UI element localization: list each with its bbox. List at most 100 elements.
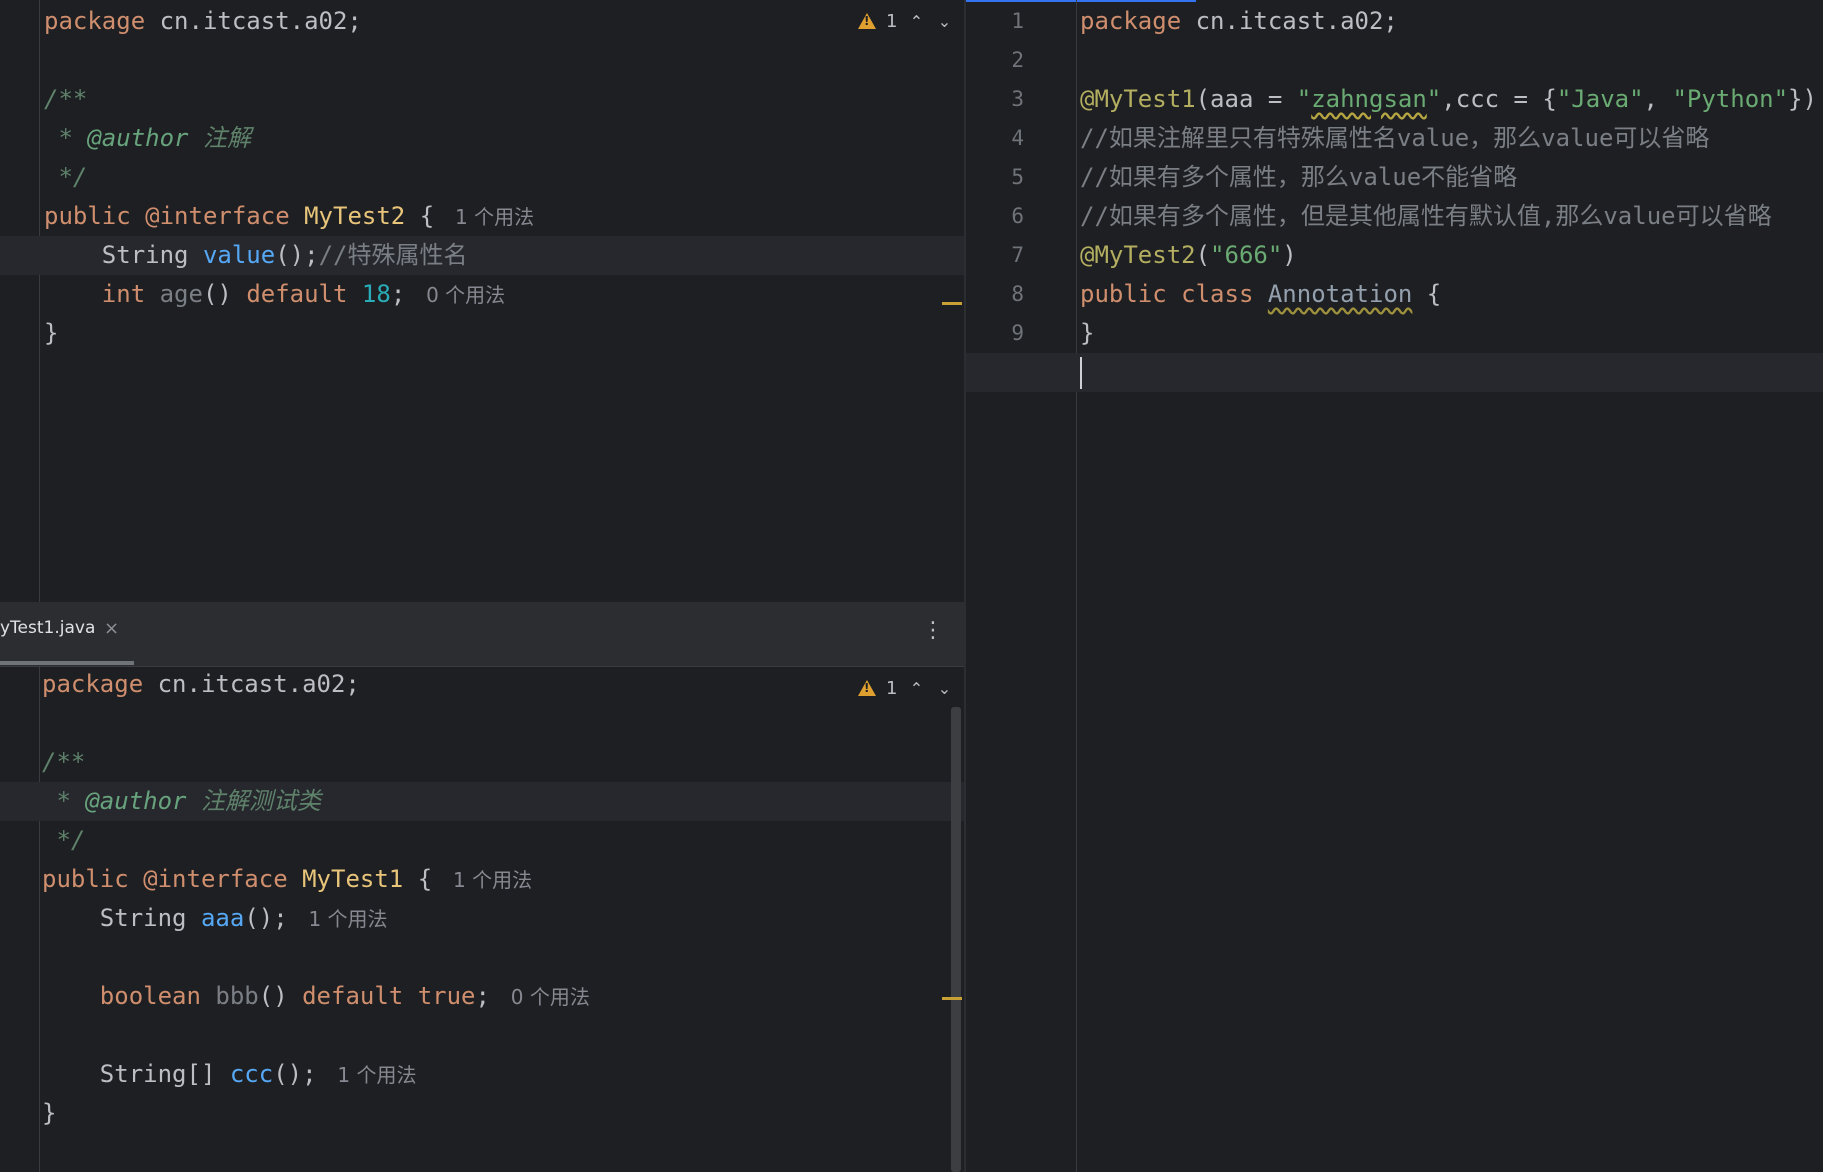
code-line-text[interactable]: */ bbox=[42, 821, 85, 860]
code-line[interactable]: String value();//特殊属性名 bbox=[0, 236, 964, 275]
code-line-text[interactable]: */ bbox=[44, 158, 87, 197]
code-line-text[interactable]: } bbox=[1080, 314, 1094, 353]
code-line[interactable]: } bbox=[0, 314, 964, 353]
chevron-down-icon[interactable]: ⌄ bbox=[935, 679, 953, 698]
code-line[interactable]: //如果有多个属性，但是其他属性有默认值,那么value可以省略 bbox=[966, 197, 1823, 236]
tab-label[interactable]: yTest1.java bbox=[0, 618, 95, 638]
code-line-text[interactable]: /** bbox=[42, 743, 85, 782]
code-line-text[interactable]: package cn.itcast.a02; bbox=[44, 2, 362, 41]
code-line[interactable]: String[] ccc(); 1 个用法 bbox=[0, 1055, 964, 1094]
code-line[interactable] bbox=[0, 41, 964, 80]
chevron-down-icon[interactable]: ⌄ bbox=[935, 12, 953, 31]
code-line-text[interactable]: String[] ccc(); 1 个用法 bbox=[42, 1055, 417, 1095]
code-token: */ bbox=[44, 163, 88, 191]
code-line[interactable]: String aaa(); 1 个用法 bbox=[0, 899, 964, 938]
code-token: 注解测试类 bbox=[186, 787, 321, 815]
code-line[interactable] bbox=[966, 41, 1823, 80]
right-editor[interactable]: 12345678910 package cn.itcast.a02;@MyTes… bbox=[966, 0, 1823, 1172]
text-caret bbox=[1080, 357, 1082, 389]
usage-hint[interactable]: 1 个用法 bbox=[449, 205, 534, 229]
code-line[interactable]: */ bbox=[0, 158, 964, 197]
code-line[interactable] bbox=[966, 353, 1823, 392]
code-token: @MyTest1 bbox=[1080, 85, 1196, 113]
code-token: default bbox=[246, 280, 362, 308]
code-token: true bbox=[417, 982, 476, 1010]
code-line[interactable]: } bbox=[0, 1094, 964, 1133]
code-line[interactable]: boolean bbb() default true; 0 个用法 bbox=[0, 977, 964, 1016]
code-line-text[interactable]: //如果有多个属性，但是其他属性有默认值,那么value可以省略 bbox=[1080, 197, 1772, 236]
code-line-text[interactable]: boolean bbb() default true; 0 个用法 bbox=[42, 977, 590, 1017]
code-line[interactable]: */ bbox=[0, 821, 964, 860]
code-line[interactable]: public class Annotation { bbox=[966, 275, 1823, 314]
code-line[interactable]: } bbox=[966, 314, 1823, 353]
code-line[interactable]: * @author 注解 bbox=[0, 119, 964, 158]
warning-stripe-marker[interactable] bbox=[942, 997, 962, 1000]
code-token: " bbox=[1426, 85, 1442, 113]
code-line[interactable]: //如果有多个属性，那么value不能省略 bbox=[966, 158, 1823, 197]
code-line-text[interactable]: package cn.itcast.a02; bbox=[42, 667, 360, 704]
usage-hint[interactable]: 0 个用法 bbox=[420, 283, 505, 307]
code-line[interactable]: int age() default 18; 0 个用法 bbox=[0, 275, 964, 314]
code-token: package bbox=[44, 7, 160, 35]
code-line[interactable]: package cn.itcast.a02; bbox=[966, 2, 1823, 41]
code-line-text[interactable]: * @author 注解测试类 bbox=[42, 782, 321, 821]
left-top-editor[interactable]: package cn.itcast.a02; /** * @author 注解 *… bbox=[0, 0, 964, 602]
code-line-text[interactable]: * @author 注解 bbox=[44, 119, 251, 158]
inspection-widget[interactable]: 1 ⌃ ⌄ bbox=[858, 8, 953, 34]
code-line-text[interactable]: String aaa(); 1 个用法 bbox=[42, 899, 388, 939]
code-line[interactable]: //如果注解里只有特殊属性名value，那么value可以省略 bbox=[966, 119, 1823, 158]
chevron-up-icon[interactable]: ⌃ bbox=[907, 12, 925, 31]
code-line[interactable]: /** bbox=[0, 743, 964, 782]
code-token: bbb bbox=[215, 982, 259, 1010]
inspection-widget[interactable]: 1 ⌃ ⌄ bbox=[858, 675, 953, 701]
usage-hint[interactable]: 1 个用法 bbox=[302, 907, 387, 931]
more-options-icon[interactable]: ⋮ bbox=[922, 618, 944, 643]
code-line-text[interactable]: } bbox=[42, 1094, 56, 1133]
code-line[interactable]: public @interface MyTest1 { 1 个用法 bbox=[0, 860, 964, 899]
code-token: @interface bbox=[143, 865, 303, 893]
code-line[interactable]: package cn.itcast.a02; bbox=[0, 2, 964, 41]
code-line[interactable]: * @author 注解测试类 bbox=[0, 782, 964, 821]
warning-triangle-icon[interactable] bbox=[858, 13, 876, 29]
code-token: 注解 bbox=[188, 124, 251, 152]
code-line[interactable]: package cn.itcast.a02; bbox=[0, 667, 964, 704]
code-line-text[interactable]: @MyTest1(aaa = "zahngsan",ccc = {"Java",… bbox=[1080, 80, 1823, 120]
usage-hint[interactable]: 1 个用法 bbox=[331, 1063, 416, 1087]
code-line-text[interactable]: //如果注解里只有特殊属性名value，那么value可以省略 bbox=[1080, 119, 1709, 158]
code-token: () bbox=[258, 982, 303, 1010]
code-line-text[interactable]: package cn.itcast.a02; bbox=[1080, 2, 1398, 41]
code-line-text[interactable]: public @interface MyTest1 { 1 个用法 bbox=[42, 860, 532, 900]
code-line[interactable] bbox=[0, 938, 964, 977]
code-line-text[interactable]: int age() default 18; 0 个用法 bbox=[44, 275, 505, 315]
code-line[interactable] bbox=[0, 704, 964, 743]
vertical-scrollbar[interactable] bbox=[951, 707, 961, 1172]
code-line[interactable]: @MyTest1(aaa = "zahngsan",ccc = {"Java",… bbox=[966, 80, 1823, 119]
code-token: ccc bbox=[229, 1060, 274, 1088]
code-line[interactable] bbox=[0, 1016, 964, 1055]
warning-count[interactable]: 1 bbox=[886, 678, 897, 699]
code-line-text[interactable]: } bbox=[44, 314, 58, 353]
warning-stripe-marker[interactable] bbox=[942, 302, 962, 305]
code-line-text[interactable]: //如果有多个属性，那么value不能省略 bbox=[1080, 158, 1517, 197]
code-token: { bbox=[1412, 280, 1442, 308]
close-icon[interactable]: × bbox=[104, 618, 119, 639]
code-line-text[interactable]: String value();//特殊属性名 bbox=[44, 236, 468, 275]
code-token: package bbox=[42, 670, 158, 698]
editor-tab-bar: yTest1.java × ⋮ bbox=[0, 604, 964, 667]
usage-hint[interactable]: 0 个用法 bbox=[504, 985, 590, 1009]
chevron-up-icon[interactable]: ⌃ bbox=[907, 679, 925, 698]
code-line-text[interactable]: public @interface MyTest2 { 1 个用法 bbox=[44, 197, 534, 237]
warning-triangle-icon[interactable] bbox=[858, 680, 876, 696]
usage-hint[interactable]: 1 个用法 bbox=[447, 868, 532, 892]
code-line[interactable]: /** bbox=[0, 80, 964, 119]
code-line[interactable]: public @interface MyTest2 { 1 个用法 bbox=[0, 197, 964, 236]
left-bottom-editor[interactable]: package cn.itcast.a02; /** * @author 注解测试… bbox=[0, 667, 964, 1172]
warning-count[interactable]: 1 bbox=[886, 11, 897, 32]
code-token: (); bbox=[244, 904, 303, 932]
code-line[interactable]: @MyTest2("666") bbox=[966, 236, 1823, 275]
code-line-text[interactable]: @MyTest2("666") bbox=[1080, 236, 1297, 275]
code-token: //如果有多个属性，那么value不能省略 bbox=[1080, 163, 1518, 191]
code-line-text[interactable]: public class Annotation { bbox=[1080, 275, 1441, 314]
code-line-text[interactable]: /** bbox=[44, 80, 87, 119]
